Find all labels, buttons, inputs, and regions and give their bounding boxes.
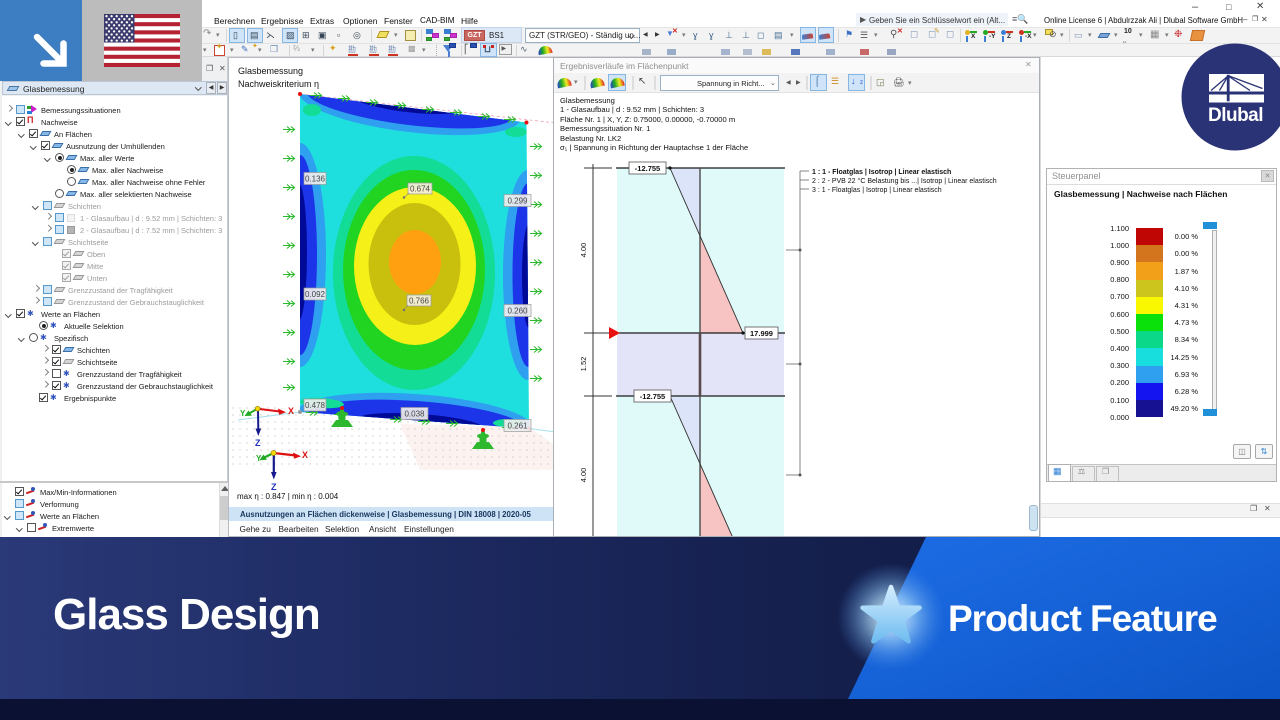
svg-text:-12.755: -12.755 xyxy=(635,164,660,173)
svg-text:0.261: 0.261 xyxy=(507,422,528,431)
svg-text:2 : 2 - PVB 22 °C Belastung b: 2 : 2 - PVB 22 °C Belastung bis ...| Iso… xyxy=(812,177,997,185)
svg-text:1 : 1 - Floatglas | Isotrop |: 1 : 1 - Floatglas | Isotrop | Linear ela… xyxy=(812,169,951,176)
svg-text:3 : 1 - Floatglas | Isotrop |: 3 : 1 - Floatglas | Isotrop | Linear ela… xyxy=(812,187,942,194)
svg-text:Dlubal: Dlubal xyxy=(1208,105,1263,126)
svg-text:1.52: 1.52 xyxy=(579,357,588,372)
svg-text:Z: Z xyxy=(271,482,277,492)
svg-text:X: X xyxy=(288,406,294,416)
svg-text:-12.755: -12.755 xyxy=(640,392,665,401)
svg-text:X: X xyxy=(302,450,308,460)
svg-text:0.136: 0.136 xyxy=(305,175,326,184)
svg-text:17.999: 17.999 xyxy=(750,329,773,338)
svg-text:0.299: 0.299 xyxy=(507,197,528,206)
svg-text:0.260: 0.260 xyxy=(507,307,528,316)
svg-text:0.478: 0.478 xyxy=(305,401,326,410)
svg-text:4.00: 4.00 xyxy=(579,468,588,483)
svg-text:0.038: 0.038 xyxy=(404,410,425,419)
svg-text:0.092: 0.092 xyxy=(305,290,326,299)
svg-text:4.00: 4.00 xyxy=(579,243,588,258)
svg-text:Y: Y xyxy=(256,454,262,463)
svg-text:Y: Y xyxy=(240,409,246,418)
svg-text:0.674: 0.674 xyxy=(410,185,431,194)
svg-text:Z: Z xyxy=(255,438,261,448)
svg-text:0.766: 0.766 xyxy=(409,297,430,306)
